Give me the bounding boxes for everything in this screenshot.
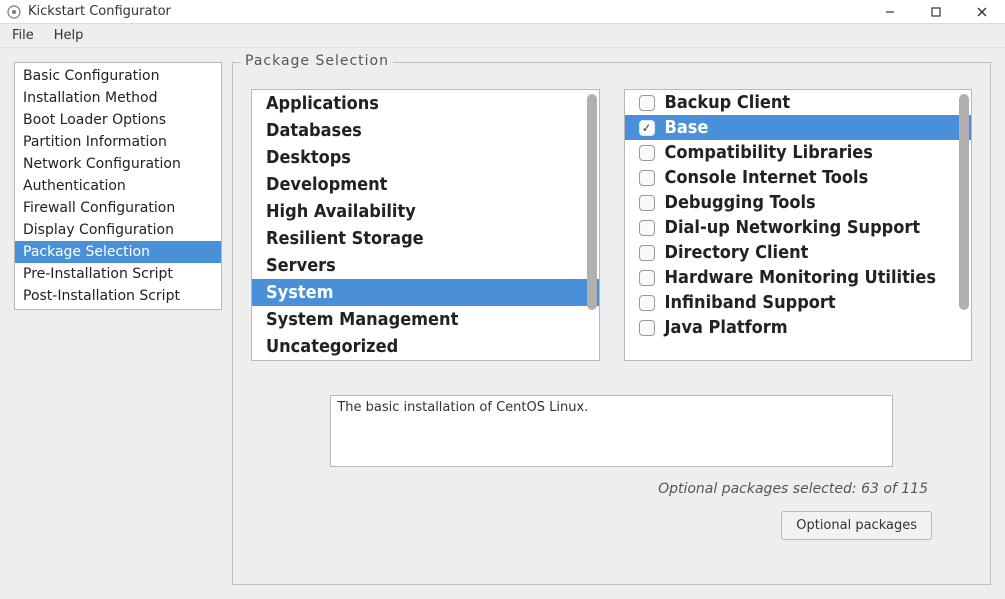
- checkbox-icon[interactable]: [639, 145, 655, 161]
- category-item[interactable]: Desktops: [252, 144, 599, 171]
- package-label: Dial-up Networking Support: [665, 217, 921, 238]
- sidebar-item-network-configuration[interactable]: Network Configuration: [15, 153, 221, 175]
- package-item[interactable]: ✓ Base: [625, 115, 972, 140]
- maximize-button[interactable]: [913, 0, 959, 24]
- checkbox-icon[interactable]: [639, 195, 655, 211]
- checkbox-icon[interactable]: [639, 320, 655, 336]
- button-row: Optional packages: [251, 511, 972, 540]
- panel-title: Package Selection: [241, 53, 393, 69]
- checkbox-icon[interactable]: [639, 245, 655, 261]
- app-icon: [6, 4, 22, 20]
- sidebar-item-partition-information[interactable]: Partition Information: [15, 131, 221, 153]
- package-label: Infiniband Support: [665, 292, 836, 313]
- package-label: Debugging Tools: [665, 192, 816, 213]
- sidebar-item-firewall-configuration[interactable]: Firewall Configuration: [15, 197, 221, 219]
- sidebar-item-installation-method[interactable]: Installation Method: [15, 87, 221, 109]
- package-item[interactable]: Debugging Tools: [625, 190, 972, 215]
- package-list[interactable]: Backup Client ✓ Base Compatibility Libra…: [624, 89, 973, 361]
- package-label: Base: [665, 117, 709, 138]
- menu-help[interactable]: Help: [46, 26, 92, 45]
- package-item[interactable]: Dial-up Networking Support: [625, 215, 972, 240]
- sidebar-item-pre-installation-script[interactable]: Pre-Installation Script: [15, 263, 221, 285]
- category-item[interactable]: Development: [252, 171, 599, 198]
- menubar: File Help: [0, 24, 1005, 48]
- sidebar-item-package-selection[interactable]: Package Selection: [15, 241, 221, 263]
- category-item[interactable]: System: [252, 279, 599, 306]
- package-item[interactable]: Java Platform: [625, 315, 972, 340]
- close-button[interactable]: [959, 0, 1005, 24]
- package-label: Compatibility Libraries: [665, 142, 873, 163]
- category-item[interactable]: Applications: [252, 90, 599, 117]
- checkbox-icon[interactable]: [639, 295, 655, 311]
- category-scrollbar[interactable]: [587, 94, 597, 310]
- category-item[interactable]: Resilient Storage: [252, 225, 599, 252]
- package-label: Hardware Monitoring Utilities: [665, 267, 937, 288]
- package-label: Console Internet Tools: [665, 167, 869, 188]
- sidebar-item-basic-configuration[interactable]: Basic Configuration: [15, 65, 221, 87]
- package-label: Directory Client: [665, 242, 809, 263]
- lists-row: Applications Databases Desktops Developm…: [251, 89, 972, 361]
- window-title: Kickstart Configurator: [28, 4, 171, 19]
- package-scrollbar[interactable]: [959, 94, 969, 310]
- optional-packages-button[interactable]: Optional packages: [781, 511, 932, 540]
- menu-file[interactable]: File: [4, 26, 42, 45]
- package-item[interactable]: Compatibility Libraries: [625, 140, 972, 165]
- package-item[interactable]: Hardware Monitoring Utilities: [625, 265, 972, 290]
- category-item[interactable]: Databases: [252, 117, 599, 144]
- category-item[interactable]: System Management: [252, 306, 599, 333]
- minimize-button[interactable]: [867, 0, 913, 24]
- optional-status: Optional packages selected: 63 of 115: [251, 481, 972, 497]
- description-box: The basic installation of CentOS Linux.: [330, 395, 892, 467]
- checkbox-icon[interactable]: [639, 220, 655, 236]
- package-item[interactable]: Console Internet Tools: [625, 165, 972, 190]
- checkbox-icon[interactable]: [639, 95, 655, 111]
- window-controls: [867, 0, 1005, 24]
- checkbox-icon[interactable]: ✓: [639, 120, 655, 136]
- category-item[interactable]: High Availability: [252, 198, 599, 225]
- sidebar-item-post-installation-script[interactable]: Post-Installation Script: [15, 285, 221, 307]
- package-label: Java Platform: [665, 317, 788, 338]
- sidebar-item-boot-loader-options[interactable]: Boot Loader Options: [15, 109, 221, 131]
- main-panel: Package Selection Applications Databases…: [232, 62, 991, 585]
- package-item[interactable]: Infiniband Support: [625, 290, 972, 315]
- sidebar-item-display-configuration[interactable]: Display Configuration: [15, 219, 221, 241]
- category-list[interactable]: Applications Databases Desktops Developm…: [251, 89, 600, 361]
- package-item[interactable]: Directory Client: [625, 240, 972, 265]
- sidebar-item-authentication[interactable]: Authentication: [15, 175, 221, 197]
- category-item[interactable]: Uncategorized: [252, 333, 599, 360]
- category-item[interactable]: Servers: [252, 252, 599, 279]
- content-area: Basic Configuration Installation Method …: [0, 48, 1005, 599]
- titlebar: Kickstart Configurator: [0, 0, 1005, 24]
- package-label: Backup Client: [665, 92, 791, 113]
- package-selection-fieldset: Package Selection Applications Databases…: [232, 62, 991, 585]
- sidebar: Basic Configuration Installation Method …: [14, 62, 222, 310]
- checkbox-icon[interactable]: [639, 170, 655, 186]
- package-item[interactable]: Backup Client: [625, 90, 972, 115]
- checkbox-icon[interactable]: [639, 270, 655, 286]
